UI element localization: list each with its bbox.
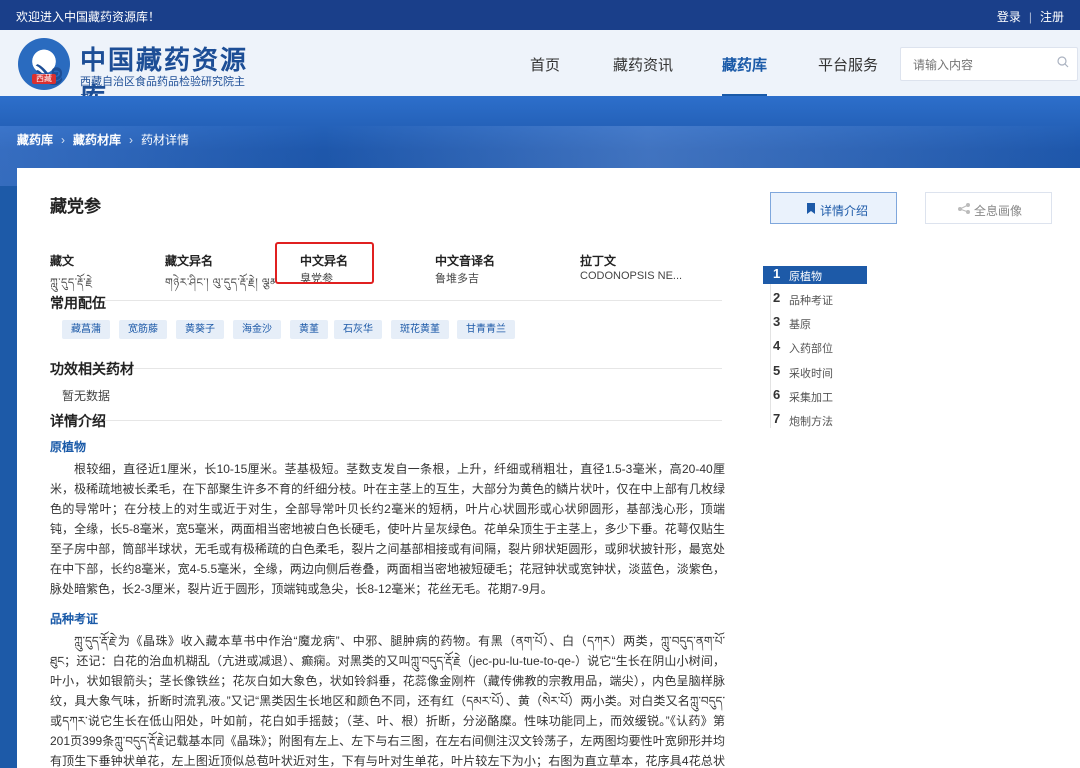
nav-library[interactable]: 藏药库 bbox=[722, 54, 768, 97]
chevron-right-icon: › bbox=[61, 133, 66, 147]
site-header: ༄ 西藏 中国藏药资源库 西藏自治区食品药品检验研究院主办 首页 藏药资讯 藏药… bbox=[0, 30, 1080, 113]
share-icon bbox=[958, 203, 970, 214]
account-links: 登录 | 注册 bbox=[997, 8, 1064, 25]
search-input[interactable] bbox=[911, 54, 1045, 76]
name-label: 藏文 bbox=[50, 254, 75, 268]
search-icon[interactable] bbox=[1057, 56, 1069, 68]
top-bar: 欢迎进入中国藏药资源库！ 登录 | 注册 bbox=[0, 0, 1080, 30]
pairing-tag[interactable]: 藏菖蒲 bbox=[62, 320, 110, 339]
name-label: 藏文异名 bbox=[165, 254, 214, 268]
highlight-box bbox=[275, 242, 374, 284]
origin-paragraph: 根较细，直径近1厘米，长10-15厘米。茎基极短。茎数支发自一条根，上升，纤细或… bbox=[50, 462, 725, 596]
pairing-tag[interactable]: 黄葵子 bbox=[176, 320, 224, 339]
toc-number: 1 bbox=[773, 266, 781, 281]
divider bbox=[105, 300, 722, 301]
nav-home[interactable]: 首页 bbox=[530, 54, 560, 75]
welcome-text: 欢迎进入中国藏药资源库！ bbox=[16, 10, 161, 24]
name-value: CODONOPSIS NE... bbox=[580, 270, 683, 282]
toc-label: 原植物 bbox=[789, 271, 822, 283]
toc-item-preparation[interactable]: 7 炮制方法 bbox=[765, 411, 867, 429]
page-title: 藏党参 bbox=[50, 197, 101, 216]
toc-item-harvest-time[interactable]: 5 采收时间 bbox=[765, 363, 867, 381]
divider bbox=[105, 420, 722, 421]
portrait-label: 全息画像 bbox=[974, 204, 1023, 218]
toc-label: 品种考证 bbox=[789, 295, 833, 307]
login-link[interactable]: 登录 bbox=[997, 10, 1021, 24]
toc-label: 采集加工 bbox=[789, 392, 833, 404]
toc-item-variety[interactable]: 2 品种考证 bbox=[765, 290, 867, 308]
name-chinese-transliteration: 中文音译名 鲁堆多吉 bbox=[435, 252, 545, 286]
chevron-right-icon: › bbox=[129, 133, 134, 147]
detail-panel: 藏党参 详情介绍 全息画像 藏文 ཀླུ་དུད་རྡོ་རྗེ 藏文异名 གཉ… bbox=[17, 168, 1080, 768]
name-latin: 拉丁文 CODONOPSIS NE... bbox=[580, 252, 710, 282]
name-value: 鲁堆多吉 bbox=[435, 273, 479, 285]
toc-item-processing[interactable]: 6 采集加工 bbox=[765, 387, 867, 405]
pairing-tag[interactable]: 宽筋藤 bbox=[119, 320, 167, 339]
logo-emblem-icon: ༄ 西藏 bbox=[18, 38, 70, 93]
detail-intro-button[interactable]: 详情介绍 bbox=[770, 192, 897, 224]
breadcrumb-materials[interactable]: 藏药材库 bbox=[73, 133, 121, 147]
toc-label: 基原 bbox=[789, 319, 811, 331]
toc-label: 采收时间 bbox=[789, 368, 833, 380]
sub-variety-title: 品种考证 bbox=[50, 612, 99, 626]
toc-number: 2 bbox=[773, 290, 781, 305]
name-label: 中文音译名 bbox=[435, 254, 496, 268]
bookmark-icon bbox=[807, 203, 815, 214]
name-label: 拉丁文 bbox=[580, 254, 617, 268]
nav-news[interactable]: 藏药资讯 bbox=[613, 54, 673, 75]
toc-item-origin[interactable]: 1 原植物 bbox=[763, 266, 867, 284]
pairing-tag[interactable]: 甘青青兰 bbox=[457, 320, 515, 339]
breadcrumb-library[interactable]: 藏药库 bbox=[17, 133, 53, 147]
section-detail-title: 详情介绍 bbox=[50, 413, 106, 429]
portrait-button[interactable]: 全息画像 bbox=[925, 192, 1052, 224]
toc-label: 入药部位 bbox=[789, 343, 833, 355]
toc-number: 7 bbox=[773, 411, 781, 426]
breadcrumb-current: 药材详情 bbox=[141, 133, 190, 147]
pairing-tag[interactable]: 斑花黄堇 bbox=[391, 320, 449, 339]
toc-number: 3 bbox=[773, 314, 781, 329]
variety-paragraph: ཀླུ་དུད་རྡོ་རྗེ་为《晶珠》收入藏本草书中作治“魔龙病”、中邪、腿… bbox=[50, 634, 725, 768]
name-tibetan-alias: 藏文异名 གཉེར་ཤིང་། ལུ་དུད་རྡོ་རྗེ། ལྕམ་... bbox=[165, 252, 275, 301]
toc-number: 6 bbox=[773, 387, 781, 402]
name-value: གཉེར་ཤིང་། ལུ་དུད་རྡོ་རྗེ། ལྕམ་... bbox=[165, 277, 275, 289]
toc-number: 4 bbox=[773, 338, 781, 353]
sub-origin-title: 原植物 bbox=[50, 440, 87, 454]
section-related-title: 功效相关药材 bbox=[50, 361, 134, 377]
divider: | bbox=[1028, 10, 1032, 24]
section-pairing-title: 常用配伍 bbox=[50, 295, 106, 311]
names-row: 藏文 ཀླུ་དུད་རྡོ་རྗེ 藏文异名 གཉེར་ཤིང་། ལུ་དུ… bbox=[50, 252, 720, 289]
toc-item-part[interactable]: 4 入药部位 bbox=[765, 338, 867, 356]
detail-intro-label: 详情介绍 bbox=[820, 204, 869, 218]
toc-number: 5 bbox=[773, 363, 781, 378]
pairing-tag[interactable]: 石灰华 bbox=[334, 320, 382, 339]
register-link[interactable]: 注册 bbox=[1040, 10, 1064, 24]
pairing-tag[interactable]: 黄堇 bbox=[290, 320, 328, 339]
pairing-tag[interactable]: 海金沙 bbox=[233, 320, 281, 339]
breadcrumb: 藏药库 › 藏药材库 › 药材详情 bbox=[17, 131, 189, 148]
toc-label: 炮制方法 bbox=[789, 416, 833, 428]
divider bbox=[133, 368, 722, 369]
search-box bbox=[900, 47, 1078, 81]
site-logo[interactable]: ༄ 西藏 中国藏药资源库 西藏自治区食品药品检验研究院主办 bbox=[18, 38, 248, 113]
no-data-text: 暂无数据 bbox=[62, 389, 111, 403]
logo-badge: 西藏 bbox=[32, 74, 56, 84]
toc-item-source[interactable]: 3 基原 bbox=[765, 314, 867, 332]
nav-services[interactable]: 平台服务 bbox=[818, 54, 878, 75]
